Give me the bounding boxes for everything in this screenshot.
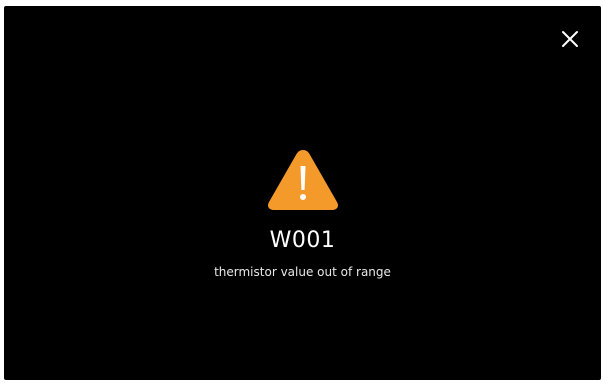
alert-content: W001 thermistor value out of range [4, 146, 601, 280]
warning-triangle-icon [267, 150, 338, 210]
error-code: W001 [269, 228, 336, 253]
error-message: thermistor value out of range [214, 265, 391, 279]
close-icon [562, 31, 578, 47]
warning-screen: W001 thermistor value out of range [4, 6, 601, 380]
close-button[interactable] [559, 28, 581, 50]
